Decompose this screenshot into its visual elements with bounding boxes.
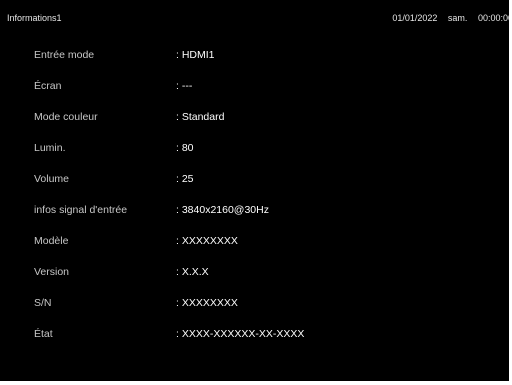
info-row-screen: Écran : ---: [0, 71, 509, 102]
info-value: : XXXX-XXXXXX-XX-XXXX: [176, 328, 305, 340]
info-value: : ---: [176, 80, 193, 92]
info-value: : 80: [176, 142, 194, 154]
info-list: Entrée mode : HDMI1 Écran : --- Mode cou…: [0, 40, 509, 350]
info-label: Modèle: [34, 235, 69, 247]
time-text: 00:00:00: [477, 13, 509, 23]
info-label: infos signal d'entrée: [34, 204, 128, 216]
info-value: : XXXXXXXX: [176, 235, 238, 247]
header-bar: Informations1 01/01/2022 sam. 00:00:00: [0, 0, 509, 40]
screen-title: Informations1: [7, 13, 62, 23]
info-row-input-mode: Entrée mode : HDMI1: [0, 40, 509, 71]
info-row-brightness: Lumin. : 80: [0, 133, 509, 164]
info-row-status: État : XXXX-XXXXXX-XX-XXXX: [0, 319, 509, 350]
info-label: Mode couleur: [34, 111, 98, 123]
info-row-input-signal: infos signal d'entrée : 3840x2160@30Hz: [0, 195, 509, 226]
info-value: : XXXXXXXX: [176, 297, 238, 309]
info-value: : HDMI1: [176, 49, 215, 61]
info-row-serial-number: S/N : XXXXXXXX: [0, 288, 509, 319]
info-label: État: [34, 328, 53, 340]
info-label: Entrée mode: [34, 49, 95, 61]
info-value: : X.X.X: [176, 266, 209, 278]
day-text: sam.: [447, 13, 468, 23]
info-label: S/N: [34, 297, 52, 309]
information-screen: Informations1 01/01/2022 sam. 00:00:00 E…: [0, 0, 509, 381]
info-value: : 25: [176, 173, 194, 185]
info-label: Version: [34, 266, 70, 278]
info-row-color-mode: Mode couleur : Standard: [0, 102, 509, 133]
info-value: : 3840x2160@30Hz: [176, 204, 269, 216]
info-label: Écran: [34, 80, 62, 92]
info-label: Lumin.: [34, 142, 66, 154]
info-row-model: Modèle : XXXXXXXX: [0, 226, 509, 257]
info-row-version: Version : X.X.X: [0, 257, 509, 288]
info-label: Volume: [34, 173, 70, 185]
info-row-volume: Volume : 25: [0, 164, 509, 195]
status-clock: 01/01/2022 sam. 00:00:00: [392, 13, 509, 24]
date-text: 01/01/2022: [392, 13, 438, 23]
info-value: : Standard: [176, 111, 225, 123]
